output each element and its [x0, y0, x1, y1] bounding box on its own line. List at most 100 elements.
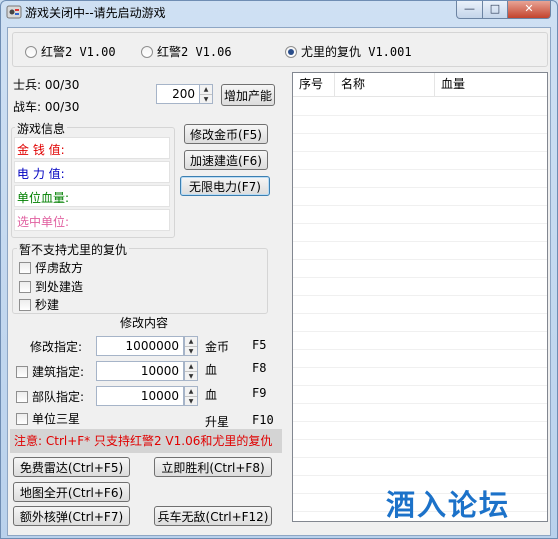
column-hp[interactable]: 血量	[435, 73, 547, 97]
minimize-button[interactable]: —	[456, 1, 483, 19]
checkbox-box[interactable]	[19, 261, 31, 274]
spin-up-icon[interactable]: ▲	[185, 362, 197, 371]
building-hp-checkbox[interactable]: 建筑指定:	[16, 363, 84, 380]
gold-value-spinner[interactable]: ▲ ▼	[184, 336, 198, 356]
spin-up-icon[interactable]: ▲	[185, 337, 197, 346]
radio-ra2-v100[interactable]: 红警2 V1.00	[25, 43, 116, 60]
building-hp-spinner[interactable]: ▲ ▼	[184, 361, 198, 381]
building-hp-unit: 血	[205, 363, 218, 377]
version-group: 红警2 V1.00 红警2 V1.06 尤里的复仇 V1.001	[12, 32, 548, 67]
list-grid-line	[293, 295, 547, 296]
list-grid-line	[293, 421, 547, 422]
list-grid-line	[293, 151, 547, 152]
unsupported-title: 暂不支持尤里的复仇	[17, 241, 130, 258]
building-hp-hotkey: F8	[252, 361, 267, 375]
column-name[interactable]: 名称	[335, 73, 435, 97]
app-icon	[6, 5, 22, 19]
unit-list[interactable]: 序号 名称 血量	[292, 72, 548, 522]
modify-group: 修改内容 修改指定: 1000000 ▲ ▼ 金币 F5 建筑指定: 10000…	[10, 316, 282, 429]
capture-enemy-checkbox[interactable]: 俘虏敌方	[19, 259, 83, 276]
money-label: 金 钱 值:	[17, 143, 65, 157]
gold-value-input[interactable]: 1000000	[96, 336, 184, 356]
instant-build-checkbox[interactable]: 秒建	[19, 296, 59, 313]
spin-up-icon[interactable]: ▲	[200, 85, 212, 94]
radio-yuri-v1001[interactable]: 尤里的复仇 V1.001	[285, 43, 412, 60]
radio-indicator-selected[interactable]	[285, 45, 297, 58]
client-area: 红警2 V1.00 红警2 V1.06 尤里的复仇 V1.001 士兵: 00/…	[7, 27, 551, 536]
spin-up-icon[interactable]: ▲	[185, 387, 197, 396]
extra-nuke-button[interactable]: 额外核弹(Ctrl+F7)	[13, 506, 130, 526]
list-header: 序号 名称 血量	[293, 73, 547, 97]
upgrade-hotkey: F10	[252, 413, 274, 427]
spin-down-icon[interactable]: ▼	[200, 94, 212, 103]
unit-hp-label: 单位血量:	[17, 191, 70, 205]
list-grid-line	[293, 259, 547, 260]
troop-hp-input[interactable]: 10000	[96, 386, 184, 406]
spin-down-icon[interactable]: ▼	[185, 371, 197, 380]
game-info-title: 游戏信息	[15, 120, 68, 137]
infinite-power-button[interactable]: 无限电力(F7)	[180, 176, 270, 196]
three-star-checkbox[interactable]: 单位三星	[16, 410, 80, 427]
building-hp-label: 建筑指定:	[32, 365, 85, 379]
production-input[interactable]: 200	[156, 84, 200, 104]
window-title: 游戏关闭中--请先启动游戏	[25, 6, 166, 20]
increase-production-button[interactable]: 增加产能	[221, 84, 275, 106]
gold-unit: 金币	[205, 340, 230, 354]
unsupported-group: 暂不支持尤里的复仇 俘虏敌方 到处建造 秒建	[12, 241, 268, 314]
spin-down-icon[interactable]: ▼	[185, 396, 197, 405]
notice-text: 注意: Ctrl+F* 只支持红警2 V1.06和尤里的复仇	[14, 434, 273, 448]
radio-label: 红警2 V1.00	[41, 45, 116, 59]
list-grid-line	[293, 403, 547, 404]
free-radar-button[interactable]: 免费雷达(Ctrl+F5)	[13, 457, 130, 477]
building-hp-input[interactable]: 10000	[96, 361, 184, 381]
radio-indicator[interactable]	[141, 45, 153, 58]
column-index[interactable]: 序号	[293, 73, 335, 97]
radio-indicator[interactable]	[25, 45, 37, 58]
list-grid-line	[293, 187, 547, 188]
checkbox-box[interactable]	[16, 390, 28, 403]
list-grid-line	[293, 241, 547, 242]
money-info: 金 钱 值:	[14, 137, 170, 159]
spin-down-icon[interactable]: ▼	[185, 346, 197, 355]
speed-build-button[interactable]: 加速建造(F6)	[184, 150, 268, 170]
title-bar: 游戏关闭中--请先启动游戏 — □ ✕	[1, 1, 557, 23]
power-info: 电 力 值:	[14, 161, 170, 183]
troop-hp-label: 部队指定:	[32, 390, 85, 404]
list-grid-line	[293, 169, 547, 170]
production-spinner[interactable]: ▲ ▼	[199, 84, 213, 104]
modify-gold-label: 修改指定:	[30, 340, 83, 354]
maximize-button[interactable]: □	[482, 1, 508, 19]
troop-hp-checkbox[interactable]: 部队指定:	[16, 388, 84, 405]
selected-unit-info: 选中单位:	[14, 209, 170, 231]
selected-unit-label: 选中单位:	[17, 215, 70, 229]
instant-win-button[interactable]: 立即胜利(Ctrl+F8)	[154, 457, 272, 477]
list-grid-line	[293, 133, 547, 134]
gold-hotkey: F5	[252, 338, 267, 352]
close-button[interactable]: ✕	[507, 1, 551, 19]
checkbox-label: 俘虏敌方	[35, 261, 84, 275]
invincible-button[interactable]: 兵车无敌(Ctrl+F12)	[154, 506, 272, 526]
checkbox-box[interactable]	[16, 365, 28, 378]
troop-hp-spinner[interactable]: ▲ ▼	[184, 386, 198, 406]
game-info-group: 游戏信息 金 钱 值: 电 力 值: 单位血量: 选中单位:	[11, 120, 175, 238]
tank-count: 战车: 00/30	[13, 100, 80, 114]
radio-ra2-v106[interactable]: 红警2 V1.06	[141, 43, 232, 60]
checkbox-box[interactable]	[16, 412, 28, 425]
list-grid-line	[293, 439, 547, 440]
list-grid-line	[293, 115, 547, 116]
checkbox-box[interactable]	[19, 298, 31, 311]
radio-label: 红警2 V1.06	[157, 45, 232, 59]
three-star-label: 单位三星	[32, 412, 81, 426]
map-reveal-button[interactable]: 地图全开(Ctrl+F6)	[13, 482, 130, 502]
upgrade-label: 升星	[205, 415, 230, 429]
troop-hp-hotkey: F9	[252, 386, 267, 400]
main-window: 游戏关闭中--请先启动游戏 — □ ✕ 红警2 V1.00 红警2 V1.06 …	[0, 0, 558, 539]
list-grid-line	[293, 331, 547, 332]
build-anywhere-checkbox[interactable]: 到处建造	[19, 278, 83, 295]
checkbox-box[interactable]	[19, 280, 31, 293]
list-grid-line	[293, 223, 547, 224]
modify-gold-button[interactable]: 修改金币(F5)	[184, 124, 268, 144]
soldier-count: 士兵: 00/30	[13, 78, 80, 92]
list-grid-line	[293, 475, 547, 476]
list-grid-line	[293, 277, 547, 278]
